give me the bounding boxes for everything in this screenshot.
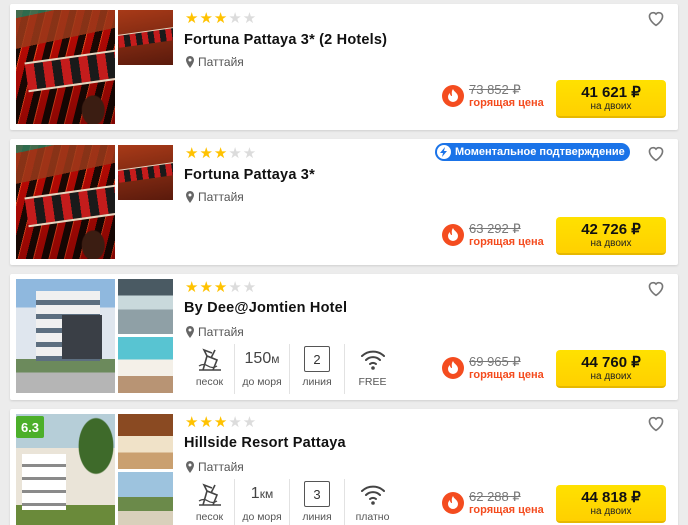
old-price: 73 852 ₽ xyxy=(469,82,521,97)
hot-price-block: 62 288 ₽ горящая цена xyxy=(442,489,544,517)
location-label: Паттайя xyxy=(198,325,244,339)
hotel-name[interactable]: By Dee@Jomtien Hotel xyxy=(184,300,347,316)
hot-price-label: горящая цена xyxy=(469,97,544,109)
star-rating: ★★★★★ xyxy=(185,414,258,431)
price-amount: 42 726 ₽ xyxy=(581,221,641,238)
beach-caption: песок xyxy=(195,376,224,388)
wifi-caption: FREE xyxy=(358,376,387,388)
amenity-distance: 150 м до моря xyxy=(235,344,290,394)
hotel-photo-main[interactable] xyxy=(16,279,115,393)
heart-outline-icon[interactable] xyxy=(646,414,666,432)
location-label: Паттайя xyxy=(198,460,244,474)
hotel-photo-thumb[interactable] xyxy=(118,279,173,334)
fire-icon xyxy=(442,85,464,107)
hotel-photo-thumb[interactable] xyxy=(118,337,173,393)
distance-value: 150 xyxy=(244,350,272,367)
hot-price-label: горящая цена xyxy=(469,504,544,516)
hot-price-label: горящая цена xyxy=(469,369,544,381)
price-amount: 44 818 ₽ xyxy=(581,489,641,506)
hotel-location: Паттайя xyxy=(186,190,244,204)
instant-confirmation-badge: Моментальное подтверждение xyxy=(435,143,630,161)
old-price: 69 965 ₽ xyxy=(469,354,521,369)
hotel-name[interactable]: Fortuna Pattaya 3* xyxy=(184,167,315,183)
price-button[interactable]: 41 621 ₽ на двоих xyxy=(556,80,666,118)
hotel-photo-main[interactable] xyxy=(16,145,115,259)
amenity-beach: песок xyxy=(185,344,235,394)
hotel-photo-main[interactable] xyxy=(16,10,115,124)
instant-confirmation-label: Моментальное подтверждение xyxy=(455,146,625,158)
hotel-location: Паттайя xyxy=(186,55,244,69)
lightning-icon xyxy=(437,145,451,159)
amenity-wifi: платно xyxy=(345,479,400,525)
beach-icon xyxy=(198,348,221,371)
distance-caption: до моря xyxy=(242,376,282,388)
price-button[interactable]: 44 818 ₽ на двоих xyxy=(556,485,666,523)
price-button[interactable]: 42 726 ₽ на двоих xyxy=(556,217,666,255)
beach-icon xyxy=(198,483,221,506)
wifi-icon xyxy=(360,485,385,505)
hotel-photo-thumb[interactable] xyxy=(118,145,173,200)
price-subtitle: на двоих xyxy=(590,238,632,249)
location-label: Паттайя xyxy=(198,190,244,204)
amenities-row: песок 150 м до моря 2 линия FREE xyxy=(185,344,400,394)
price-amount: 41 621 ₽ xyxy=(581,84,641,101)
hotel-photo-thumb[interactable] xyxy=(118,472,173,525)
hotel-card[interactable]: ★★★★★ Fortuna Pattaya 3* (2 Hotels) Патт… xyxy=(10,4,678,130)
hotel-photo-thumb[interactable] xyxy=(118,414,173,469)
fire-icon xyxy=(442,492,464,514)
fire-icon xyxy=(442,357,464,379)
line-value: 3 xyxy=(304,481,330,507)
price-subtitle: на двоих xyxy=(590,371,632,382)
hotel-name[interactable]: Fortuna Pattaya 3* (2 Hotels) xyxy=(184,32,387,48)
line-caption: линия xyxy=(302,511,332,523)
amenity-beach: песок xyxy=(185,479,235,525)
price-amount: 44 760 ₽ xyxy=(581,354,641,371)
location-pin-icon xyxy=(186,56,194,68)
heart-outline-icon[interactable] xyxy=(646,144,666,162)
line-value: 2 xyxy=(304,346,330,372)
rating-badge: 6.3 xyxy=(16,416,44,438)
star-rating: ★★★★★ xyxy=(185,10,258,27)
hotel-location: Паттайя xyxy=(186,460,244,474)
hotel-card[interactable]: ★★★★★ Моментальное подтверждение Fortuna… xyxy=(10,139,678,265)
location-pin-icon xyxy=(186,461,194,473)
hotel-card[interactable]: ★★★★★ By Dee@Jomtien Hotel Паттайя песок… xyxy=(10,274,678,400)
price-subtitle: на двоих xyxy=(590,101,632,112)
heart-outline-icon[interactable] xyxy=(646,279,666,297)
location-pin-icon xyxy=(186,191,194,203)
price-subtitle: на двоих xyxy=(590,506,632,517)
fire-icon xyxy=(442,224,464,246)
hot-price-block: 73 852 ₽ горящая цена xyxy=(442,82,544,110)
old-price: 62 288 ₽ xyxy=(469,489,521,504)
hotel-location: Паттайя xyxy=(186,325,244,339)
star-rating: ★★★★★ xyxy=(185,279,258,296)
wifi-icon xyxy=(360,350,385,370)
wifi-caption: платно xyxy=(355,511,390,523)
hotel-photo-thumb[interactable] xyxy=(118,10,173,65)
line-caption: линия xyxy=(302,376,332,388)
amenity-distance: 1 км до моря xyxy=(235,479,290,525)
distance-value: 1 xyxy=(250,485,260,502)
amenities-row: песок 1 км до моря 3 линия платно xyxy=(185,479,400,525)
price-button[interactable]: 44 760 ₽ на двоих xyxy=(556,350,666,388)
distance-caption: до моря xyxy=(242,511,282,523)
distance-unit: км xyxy=(259,487,274,501)
hotel-card[interactable]: 6.3 ★★★★★ Hillside Resort Pattaya Паттай… xyxy=(10,409,678,525)
location-label: Паттайя xyxy=(198,55,244,69)
old-price: 63 292 ₽ xyxy=(469,221,521,236)
hot-price-label: горящая цена xyxy=(469,236,544,248)
hot-price-block: 63 292 ₽ горящая цена xyxy=(442,221,544,249)
amenity-wifi: FREE xyxy=(345,344,400,394)
star-rating: ★★★★★ xyxy=(185,145,258,162)
heart-outline-icon[interactable] xyxy=(646,9,666,27)
location-pin-icon xyxy=(186,326,194,338)
distance-unit: м xyxy=(271,352,280,366)
hotel-name[interactable]: Hillside Resort Pattaya xyxy=(184,435,346,451)
beach-caption: песок xyxy=(195,511,224,523)
amenity-line: 3 линия xyxy=(290,479,345,525)
amenity-line: 2 линия xyxy=(290,344,345,394)
hot-price-block: 69 965 ₽ горящая цена xyxy=(442,354,544,382)
